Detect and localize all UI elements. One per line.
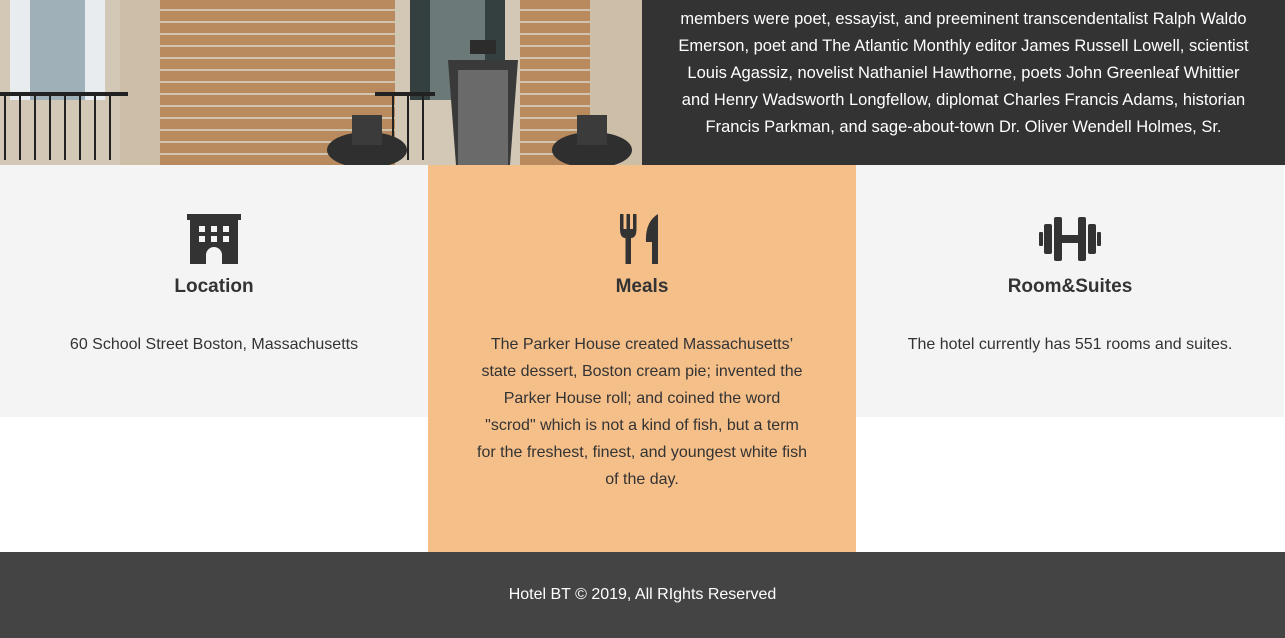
feature-title: Meals: [615, 276, 669, 297]
feature-location: Location 60 School Street Boston, Massac…: [0, 165, 428, 417]
feature-text: The Parker House created Massachusetts’ …: [477, 336, 807, 488]
feature-rooms: Room&Suites The hotel currently has 551 …: [856, 165, 1284, 417]
dumbbell-icon: [856, 213, 1284, 265]
top-section: members were poet, essayist, and preemin…: [0, 0, 1285, 165]
feature-meals: Meals The Parker House created Massachus…: [428, 165, 856, 552]
history-text: members were poet, essayist, and preemin…: [678, 10, 1249, 136]
footer: Hotel BT © 2019, All RIghts Reserved: [0, 552, 1285, 638]
facade-illustration: [0, 0, 642, 165]
hotel-facade-photo: [0, 0, 642, 165]
history-panel: members were poet, essayist, and preemin…: [642, 0, 1285, 165]
feature-title: Location: [174, 276, 254, 297]
feature-text: The hotel currently has 551 rooms and su…: [907, 336, 1233, 353]
features-section: Location 60 School Street Boston, Massac…: [0, 165, 1285, 552]
feature-title: Room&Suites: [1007, 276, 1133, 297]
feature-text: 60 School Street Boston, Massachusetts: [69, 336, 359, 353]
copyright-text: Hotel BT © 2019, All RIghts Reserved: [508, 586, 777, 603]
utensils-icon: [428, 213, 856, 265]
building-icon: [0, 213, 428, 265]
